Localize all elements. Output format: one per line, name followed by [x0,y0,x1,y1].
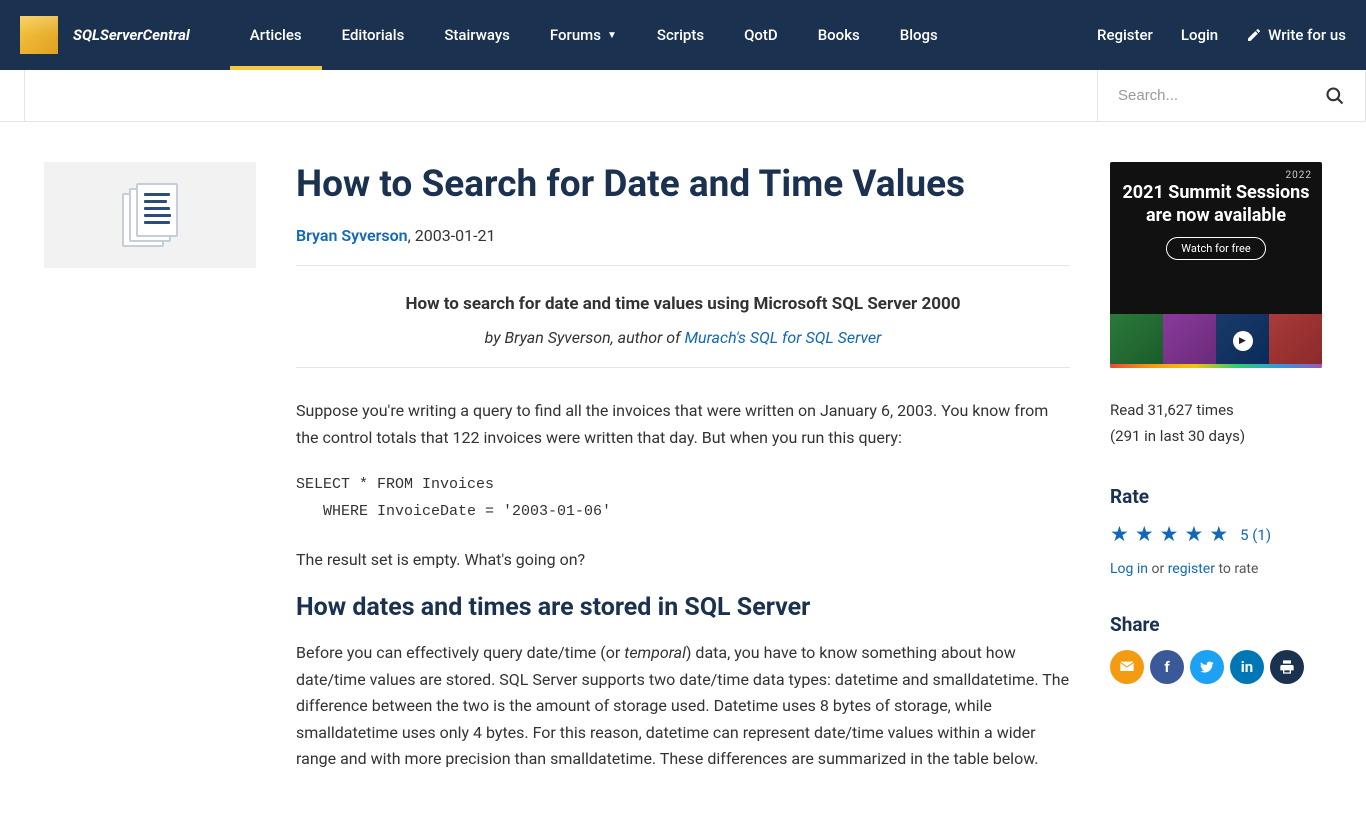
rating-stars[interactable]: ★ ★ ★ ★ ★ 5 (1) [1110,522,1322,547]
promo-cta-button[interactable]: Watch for free [1166,237,1265,260]
divider [296,367,1070,368]
nav-scripts[interactable]: Scripts [637,0,724,70]
nav-blogs[interactable]: Blogs [880,0,958,70]
top-nav: SQLServerCentral Articles Editorials Sta… [0,0,1366,70]
main-column: How to Search for Date and Time Values B… [296,162,1070,792]
nav-stairways[interactable]: Stairways [424,0,530,70]
star-icon[interactable]: ★ [1209,522,1228,547]
rate-heading: Rate [1110,485,1322,508]
write-for-us-link[interactable]: Write for us [1246,26,1346,44]
share-heading: Share [1110,613,1322,636]
brand-name: SQLServerCentral [73,26,190,44]
nav-right: Register Login Write for us [1097,26,1346,44]
star-icon[interactable]: ★ [1135,522,1154,547]
share-facebook-button[interactable]: f [1150,650,1184,684]
logo-icon [20,16,58,54]
register-link[interactable]: Register [1097,26,1153,44]
paragraph: Suppose you're writing a query to find a… [296,398,1070,451]
promo-year-badge: 2022 [1286,170,1312,181]
brand-area[interactable]: SQLServerCentral [0,0,210,70]
star-icon[interactable]: ★ [1110,522,1129,547]
nav-items: Articles Editorials Stairways Forums▼ Sc… [230,0,958,70]
share-email-button[interactable] [1110,650,1144,684]
star-icon[interactable]: ★ [1160,522,1179,547]
article-thumbnail [44,162,256,268]
divider [296,265,1070,266]
book-link[interactable]: Murach's SQL for SQL Server [684,328,881,347]
nav-qotd[interactable]: QotD [724,0,798,70]
promo-thumbnails [1110,314,1322,368]
article-date: 2003-01-21 [415,226,496,245]
code-block: SELECT * FROM Invoices WHERE InvoiceDate… [296,471,1070,525]
article-byline: by Bryan Syverson, author of Murach's SQ… [296,328,1070,347]
nav-editorials[interactable]: Editorials [322,0,425,70]
paragraph: Before you can effectively query date/ti… [296,640,1070,772]
share-print-button[interactable] [1270,650,1304,684]
share-twitter-button[interactable] [1190,650,1224,684]
share-buttons: f in [1110,650,1322,684]
nav-forums[interactable]: Forums▼ [530,0,637,70]
page-container: How to Search for Date and Time Values B… [0,122,1366,832]
document-icon [122,183,178,247]
nav-articles[interactable]: Articles [230,0,322,70]
section-heading: How dates and times are stored in SQL Se… [296,593,1070,622]
read-stats: Read 31,627 times (291 in last 30 days) [1110,398,1322,449]
nav-books[interactable]: Books [798,0,880,70]
rate-login-prompt: Log in or register to rate [1110,561,1322,577]
share-linkedin-button[interactable]: in [1230,650,1264,684]
paragraph: The result set is empty. What's going on… [296,547,1070,573]
page-title: How to Search for Date and Time Values [296,162,1070,208]
right-column: 2022 2021 Summit Sessions are now availa… [1110,162,1322,792]
login-link[interactable]: Log in [1110,561,1148,577]
promo-banner[interactable]: 2022 2021 Summit Sessions are now availa… [1110,162,1322,368]
author-link[interactable]: Bryan Syverson [296,226,408,245]
search-bar [0,70,1366,122]
left-column [44,162,256,792]
login-link[interactable]: Login [1181,26,1218,44]
chevron-down-icon: ▼ [607,30,617,41]
search-input[interactable] [1118,87,1325,104]
pencil-icon [1246,27,1262,43]
rating-value: 5 (1) [1240,526,1271,544]
article-meta: Bryan Syverson, 2003-01-21 [296,226,1070,245]
promo-heading: 2021 Summit Sessions are now available [1122,182,1310,227]
register-link[interactable]: register [1168,561,1215,577]
star-icon[interactable]: ★ [1184,522,1203,547]
search-icon[interactable] [1325,86,1345,106]
article-subhead: How to search for date and time values u… [296,294,1070,314]
